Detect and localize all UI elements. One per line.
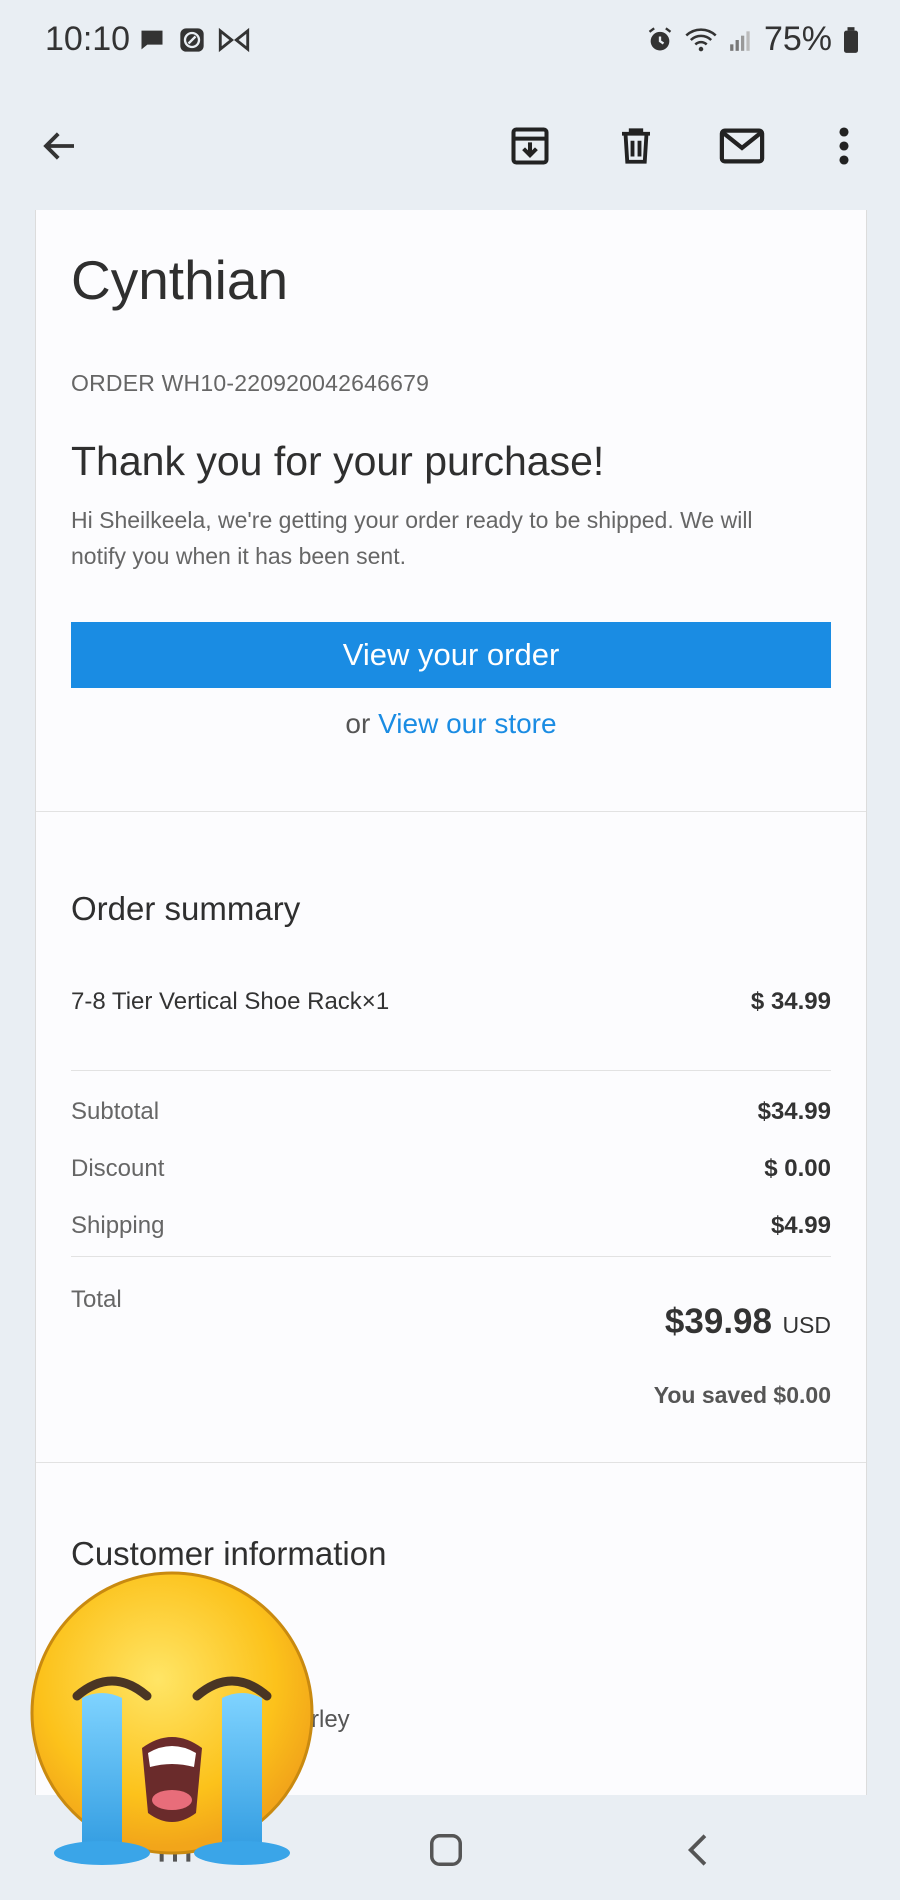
shipping-value: $4.99: [770, 1212, 831, 1239]
discount-value: $ 0.00: [764, 1155, 831, 1182]
store-name: Cynthian: [71, 249, 289, 311]
line-item: 7-8 Tier Vertical Shoe Rack×1 $ 34.99: [71, 988, 831, 1016]
item-price: $ 34.99: [750, 988, 831, 1015]
back-arrow-icon: [43, 132, 74, 160]
summary-divider: [71, 1070, 831, 1071]
email-toolbar: [0, 84, 900, 210]
messenger-icon: [180, 28, 204, 52]
email-body: Cynthian ORDER WH10-220920042646679 Than…: [35, 210, 867, 1795]
discount-row: Discount $ 0.00: [71, 1155, 831, 1183]
subtotal-value: $34.99: [757, 1098, 831, 1125]
nav-back-button[interactable]: [667, 1820, 727, 1880]
or-text: or: [345, 708, 371, 739]
total-divider: [71, 1256, 831, 1257]
shipping-label: Shipping: [71, 1212, 165, 1239]
section-divider: [36, 811, 866, 812]
subtotal-row: Subtotal $34.99: [71, 1098, 831, 1126]
currency-code: USD: [782, 1312, 831, 1338]
system-icons: 75%: [646, 20, 860, 59]
saved-amount: You saved $0.00: [653, 1382, 831, 1408]
signal-icon: [730, 30, 750, 51]
shipping-row: Shipping $4.99: [71, 1212, 831, 1240]
more-vert-icon: [839, 127, 849, 165]
alarm-icon: [648, 26, 672, 50]
thank-you-message: Hi Sheilkeela, we're getting your order …: [71, 507, 753, 569]
total-value: $39.98: [664, 1302, 772, 1341]
wifi-icon: [685, 27, 717, 51]
store-link-line: or View our store: [71, 708, 831, 740]
chat-icon: [141, 30, 163, 50]
notification-icons: [138, 26, 250, 54]
delete-button[interactable]: [604, 114, 668, 178]
back-icon: [687, 1834, 707, 1866]
subtotal-label: Subtotal: [71, 1098, 160, 1125]
total-amount: $39.98 USD: [71, 1302, 831, 1342]
more-options-button[interactable]: [812, 114, 876, 178]
section-divider-2: [36, 1462, 866, 1463]
mark-unread-icon: [719, 128, 765, 164]
delete-icon: [622, 128, 650, 164]
crying-emoji-icon: [30, 1571, 314, 1865]
view-order-button[interactable]: View your order: [71, 622, 831, 688]
view-store-link[interactable]: View our store: [378, 708, 556, 739]
item-name: 7-8 Tier Vertical Shoe Rack×1: [71, 988, 390, 1015]
status-bar: 10:10 75%: [0, 0, 900, 84]
home-button[interactable]: [416, 1820, 476, 1880]
archive-button[interactable]: [498, 114, 562, 178]
order-summary-heading: Order summary: [71, 890, 301, 927]
battery-percent: 75%: [763, 20, 832, 58]
order-number: ORDER WH10-220920042646679: [71, 370, 430, 396]
home-icon: [430, 1834, 462, 1866]
discount-label: Discount: [71, 1155, 165, 1182]
customer-info-partial: rley: [311, 1706, 350, 1733]
bowtie-icon: [218, 27, 250, 53]
thank-you-heading: Thank you for your purchase!: [71, 438, 605, 484]
status-time: 10:10: [45, 20, 131, 58]
battery-icon: [844, 26, 858, 53]
back-button[interactable]: [28, 114, 92, 178]
mark-unread-button[interactable]: [710, 114, 774, 178]
archive-icon: [511, 127, 549, 165]
